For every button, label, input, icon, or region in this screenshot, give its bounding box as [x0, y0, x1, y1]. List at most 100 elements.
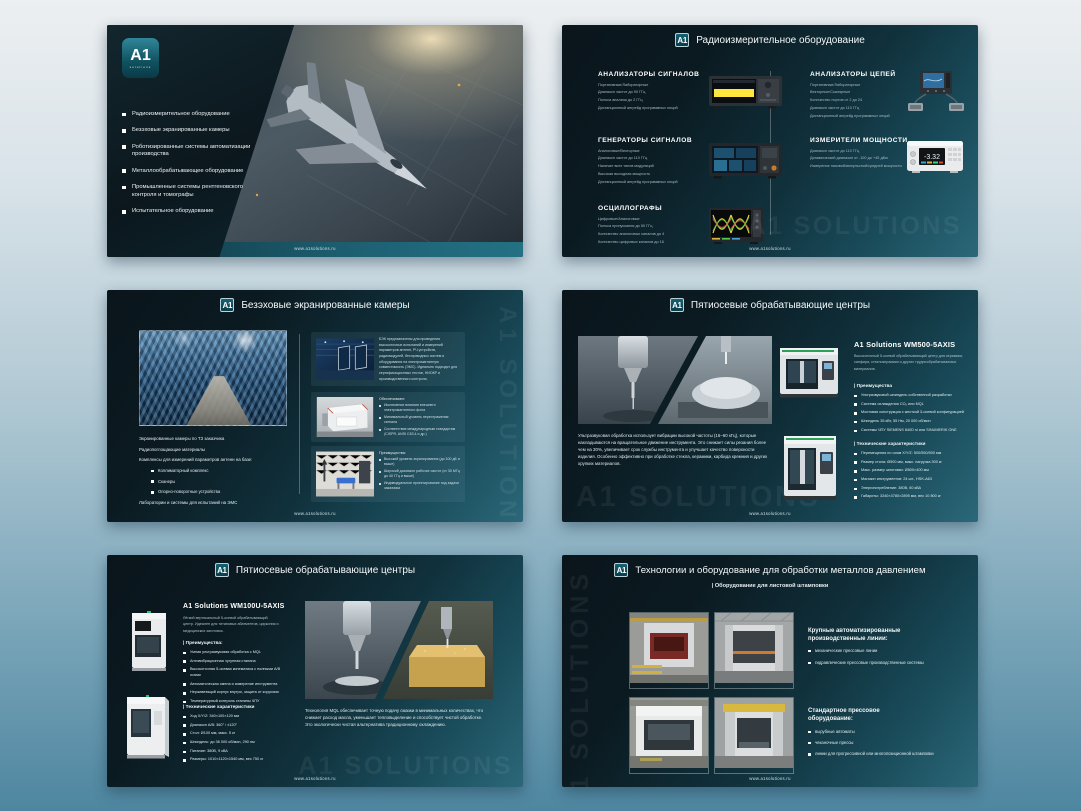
lines-block-list: механические прессовые линии гидравличес… [808, 648, 944, 672]
list-item: гидравлические прессовые производственны… [808, 660, 944, 666]
list-item: Размер стола: Ø500 мм, макс. нагрузка 30… [854, 460, 974, 466]
list-item: Промышленные системы рентгеновского конт… [122, 184, 252, 200]
power-meter-reading: -3.32 [924, 154, 940, 161]
card-text: БЭК предназначены для проведения высокот… [379, 337, 458, 381]
press-photo-1 [629, 612, 709, 689]
website-url: www.a1solutions.ru [294, 776, 336, 781]
list-item: Автоматическая смена и измерение инструм… [183, 682, 285, 688]
list-item: Ультразвуковой шпиндель собственной разр… [854, 393, 972, 399]
slide-header: A1 Безэховые экранированные камеры [107, 298, 523, 312]
slide-title-text: Безэховые экранированные камеры [241, 299, 410, 311]
section-signal-analyzers: АНАЛИЗАТОРЫ СИГНАЛОВ Портативные/Лаборат… [598, 71, 706, 113]
logo-subtext: solutions [129, 64, 152, 69]
card-heading: Преимущества: [379, 451, 406, 455]
website-url: www.a1solutions.ru [749, 246, 791, 251]
press-block-list: вырубные автоматы чеканочные прессы лини… [808, 729, 948, 762]
press-block-heading: Стандартное прессовое оборудование: [808, 708, 880, 723]
slide-header: A1 Радиоизмерительное оборудование [562, 33, 978, 47]
list-item: Антивибрационная чугунная станина [183, 659, 285, 665]
section-heading: ГЕНЕРАТОРЫ СИГНАЛОВ [598, 137, 693, 144]
slide-title[interactable]: A1 solutions Радиоизмерительное оборудов… [107, 25, 523, 257]
section-oscilloscopes: ОСЦИЛЛОГРАФЫ Цифровые/Аналоговые Полоса … [598, 205, 706, 247]
list-item: Умная ультразвуковая обработка с MQL [183, 650, 285, 656]
slide-title-text: Радиоизмерительное оборудование [696, 34, 865, 46]
list-item: Сканеры [151, 479, 299, 485]
list-item: Стол: Ø100 мм, макс. 5 кг [183, 731, 285, 737]
advantages-list: Умная ультразвуковая обработка с MQL Ант… [183, 650, 285, 708]
list-item: Система охлаждения CO₂ или MQL [854, 402, 972, 408]
a1-logo: A1 [214, 563, 229, 577]
spec-line: Диапазон частот до 90 ГГц [598, 90, 646, 95]
spec-line: Количество аналоговых каналов до 4 [598, 232, 665, 237]
list-item: Перемещения по осям X/Y/Z: 500/550/500 м… [854, 451, 974, 457]
watermark: A1 SOLUTIONS [494, 306, 521, 522]
product-name: A1 Solutions WM100U-5AXIS [183, 603, 285, 610]
list-item: Диапазон A/B: 360° / ±120° [183, 723, 285, 729]
a1-logo: A1 [669, 298, 684, 312]
chamber-card: БЭК предназначены для проведения высокот… [311, 332, 465, 386]
list-item: Ход X/Y/Z: 340×100×120 мм [183, 714, 285, 720]
machine-photo-1 [778, 344, 846, 405]
advantages-heading: | Преимущества [854, 384, 893, 389]
machine-cabinet-1 [129, 611, 169, 678]
card-text-block: Преимущества: Высокий уровень экранирова… [379, 451, 460, 497]
spec-line: Дистанционный апгрейд программных опций [598, 179, 678, 184]
watermark: A1 SOLUTIONS [747, 212, 962, 240]
lines-block-heading: Крупные автоматизированные производствен… [808, 628, 901, 643]
section-signal-generators: ГЕНЕРАТОРЫ СИГНАЛОВ Аналоговые/Векторные… [598, 137, 706, 186]
advantages-list: Ультразвуковой шпиндель собственной разр… [854, 393, 972, 436]
list-item: Нержавеющий корпус внутри, защита от кор… [183, 690, 285, 696]
business-directions-list: Радиоизмерительное оборудование Безэховы… [122, 111, 252, 225]
slide-5axis-wm100u[interactable]: A1 Пятиосевые обрабатывающие центры A1 S… [107, 555, 523, 787]
text-line: Комплексы для измерений параметров антен… [139, 457, 253, 462]
list-item: механические прессовые линии [808, 648, 944, 654]
signal-analyzer-image [708, 75, 784, 116]
slide-metal-forming[interactable]: A1 Технологии и оборудование для обработ… [562, 555, 978, 787]
spec-line: Аналоговые/Векторные [598, 148, 640, 153]
list-item: Шпиндель: до 36 000 об/мин, 290 нм [183, 740, 285, 746]
list-item: Металлообрабатывающее оборудование [122, 168, 252, 176]
slide-header: A1 Пятиосевые обрабатывающие центры [562, 298, 978, 312]
list-item: Опорно-поворотные устройства [151, 489, 299, 495]
list-item: Минимальный уровень переотражения сигнал… [379, 415, 460, 425]
machine-cabinet-2 [124, 695, 171, 766]
text-line: Радиопоглощающие материалы [139, 446, 205, 452]
spec-line: Наличие всех типов модуляций [598, 164, 654, 169]
list-item: Макс. размер заготовки: Ø500×400 мм [854, 468, 974, 474]
text-line: Лаборатории и системы для испытаний на Э… [139, 500, 238, 506]
list-item: Высокоточная 5-осевая кинематика с полны… [183, 667, 285, 678]
product-name: A1 Solutions WM500-5AXIS [854, 340, 956, 349]
product-description: Высокоточный 5-осевой обрабатывающий цен… [854, 354, 964, 371]
slide-title-text: Пятиосевые обрабатывающие центры [235, 564, 416, 576]
signal-generator-image [708, 141, 784, 186]
press-photo-4 [714, 697, 794, 774]
specs-list: Ход X/Y/Z: 340×100×120 мм Диапазон A/B: … [183, 714, 285, 766]
website-url: www.a1solutions.ru [294, 511, 336, 516]
specs-list: Перемещения по осям X/Y/Z: 500/550/500 м… [854, 451, 974, 503]
list-item: Роботизированные системы автоматизации п… [122, 144, 252, 160]
logo-text: A1 [130, 46, 151, 64]
machine-photo-2 [780, 434, 844, 507]
network-analyzer-image [906, 69, 966, 118]
list-item: Температурный контроль станины ЧПУ [183, 699, 285, 705]
list-item: Индивидуальное проектирование под задачи… [379, 481, 460, 491]
list-item: Безэховые экранированные камеры [122, 127, 252, 135]
a1-logo: A1 [614, 563, 629, 577]
card-list: Высокий уровень экранирования (до 100 дБ… [379, 457, 460, 491]
card-heading: Обеспечивают: [379, 397, 406, 401]
list-item: Исключение влияния внешнего электромагни… [379, 403, 460, 413]
list-item: Энергопотребление: 380В, 60 кВА [854, 486, 974, 492]
machining-collage [578, 336, 772, 424]
website-url: www.a1solutions.ru [749, 511, 791, 516]
chamber-dark-photo [316, 337, 374, 381]
list-item: Шпиндель 35 кВт, 55 Нм, 20 000 об/мин [854, 419, 972, 425]
spec-line: Высокая выходная мощность [598, 171, 651, 176]
spec-line: Полоса анализа до 2 ГГц [598, 98, 643, 103]
slide-anechoic-chambers[interactable]: A1 Безэховые экранированные камеры Экран… [107, 290, 523, 522]
website-url: www.a1solutions.ru [749, 776, 791, 781]
list-item: линии для прогрессивной или многопозицио… [808, 751, 948, 757]
website-url: www.a1solutions.ru [294, 246, 336, 251]
slide-radio-equipment[interactable]: A1 Радиоизмерительное оборудование АНАЛИ… [562, 25, 978, 257]
spec-line: Дистанционный апгрейд программных опций [598, 105, 678, 110]
slide-5axis-wm500[interactable]: A1 Пятиосевые обрабатывающие центры Ульт… [562, 290, 978, 522]
